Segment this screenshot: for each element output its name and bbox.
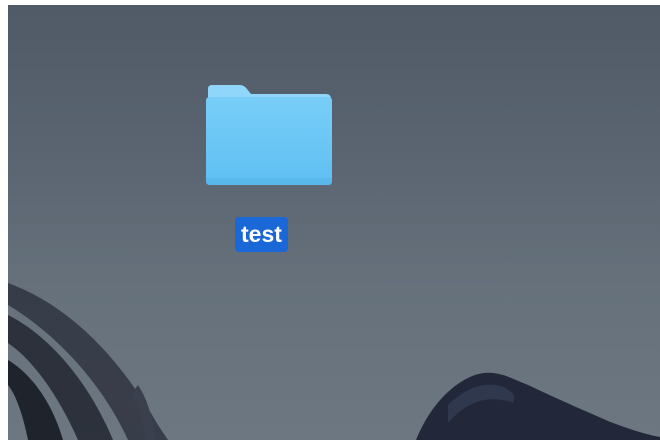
desktop[interactable]: test [8,5,660,440]
wallpaper-art [8,283,660,440]
folder-name-label[interactable]: test [235,217,288,252]
folder-icon[interactable] [204,83,334,189]
